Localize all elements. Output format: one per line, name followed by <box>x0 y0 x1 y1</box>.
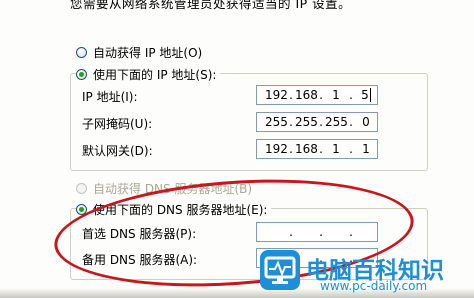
ip-octet-2: 168 <box>295 88 318 102</box>
text-caret <box>369 88 371 103</box>
watermark-url: www.pc-daily.com <box>320 279 428 293</box>
auto-dns-radio[interactable] <box>76 183 87 194</box>
gateway-octet-3: 1 <box>332 142 340 156</box>
ip-octet-1: 192 <box>265 88 288 102</box>
default-gateway-input[interactable]: 192. 168. 1. 1 <box>256 139 378 159</box>
watermark-logo: 电脑百科知识 www.pc-daily.com <box>258 248 474 298</box>
manual-ip-radio[interactable] <box>76 69 87 80</box>
mask-octet-1: 255 <box>265 115 288 129</box>
auto-ip-radio[interactable] <box>76 47 87 58</box>
auto-ip-label: 自动获得 IP 地址(O) <box>93 46 203 60</box>
intro-text: 您需要从网络系统管理员处获得适当的 IP 设置。 <box>70 0 352 11</box>
gateway-octet-2: 168 <box>295 142 318 156</box>
ip-octet-4: 5 <box>361 87 371 103</box>
mask-octet-2: 255 <box>295 115 318 129</box>
default-gateway-label: 默认网关(D): <box>82 144 153 158</box>
manual-ip-option[interactable]: 使用下面的 IP 地址(S): <box>76 66 221 83</box>
monitor-icon <box>260 250 300 290</box>
ip-address-label: IP 地址(I): <box>82 90 138 104</box>
manual-ip-label: 使用下面的 IP 地址(S): <box>93 68 217 82</box>
mask-octet-4: 0 <box>362 115 370 129</box>
ip-octet-3: 1 <box>332 88 340 102</box>
subnet-mask-label: 子网掩码(U): <box>82 117 153 131</box>
ip-address-input[interactable]: 192. 168. 1. 5 <box>256 85 378 105</box>
gateway-octet-1: 192 <box>265 142 288 156</box>
mask-octet-3: 255 <box>325 115 348 129</box>
auto-ip-option[interactable]: 自动获得 IP 地址(O) <box>76 44 202 61</box>
subnet-mask-input[interactable]: 255. 255. 255. 0 <box>256 112 378 132</box>
gateway-octet-4: 1 <box>362 142 370 156</box>
